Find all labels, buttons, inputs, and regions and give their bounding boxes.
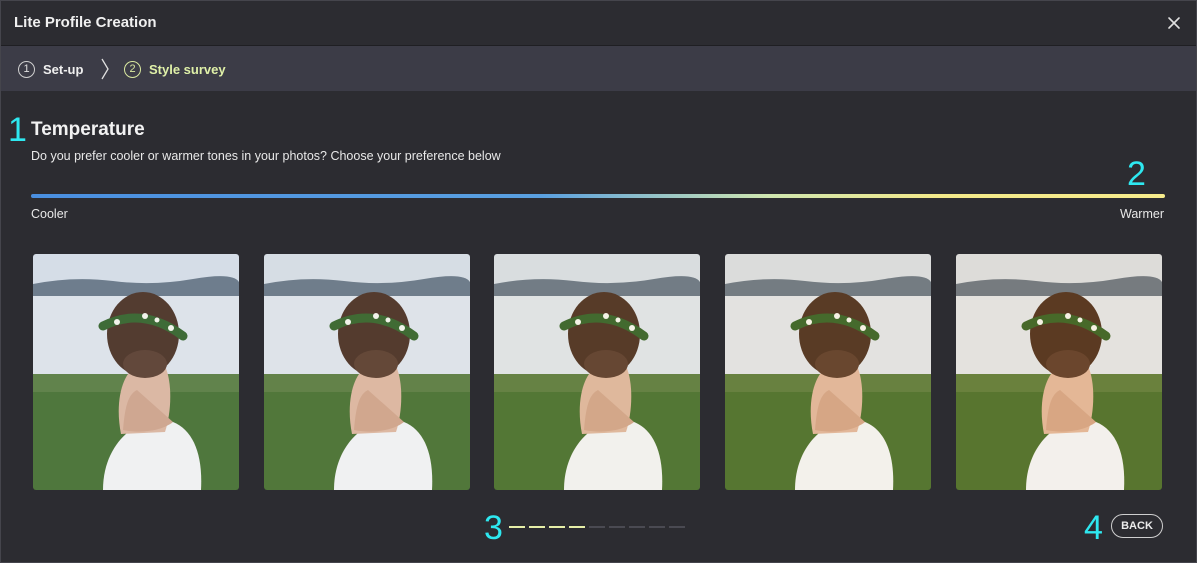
step-label: Style survey: [149, 61, 226, 77]
profile-creation-dialog: Lite Profile Creation 1 Set-up 2 Style s…: [0, 0, 1197, 563]
title-bar: Lite Profile Creation: [1, 1, 1196, 46]
annotation-4: 4: [1084, 509, 1103, 547]
photo-option[interactable]: [956, 254, 1162, 490]
photo-option[interactable]: [725, 254, 931, 490]
step-style-survey[interactable]: 2 Style survey: [124, 59, 226, 79]
annotation-2: 2: [1127, 155, 1146, 193]
chevron-right-icon: [101, 58, 109, 80]
survey-heading: Temperature: [31, 119, 145, 140]
survey-question: Do you prefer cooler or warmer tones in …: [31, 149, 501, 163]
back-button[interactable]: BACK: [1111, 514, 1163, 538]
progress-segment: [509, 526, 525, 528]
progress-segment: [529, 526, 545, 528]
photo-option[interactable]: [264, 254, 470, 490]
temperature-slider[interactable]: [31, 194, 1165, 198]
step-setup[interactable]: 1 Set-up: [18, 59, 83, 79]
photo-option[interactable]: [33, 254, 239, 490]
dialog-title: Lite Profile Creation: [14, 14, 157, 31]
photo-option[interactable]: [494, 254, 700, 490]
annotation-1: 1: [8, 111, 27, 149]
slider-label-cooler: Cooler: [31, 207, 68, 221]
progress-segment: [589, 526, 605, 528]
progress-segment: [649, 526, 665, 528]
progress-segment: [629, 526, 645, 528]
progress-segment: [609, 526, 625, 528]
slider-label-warmer: Warmer: [1120, 207, 1164, 221]
stepper: 1 Set-up 2 Style survey: [1, 46, 1196, 91]
step-number: 1: [18, 60, 35, 78]
progress-segment: [569, 526, 585, 528]
close-icon[interactable]: [1164, 13, 1184, 33]
annotation-3: 3: [484, 509, 503, 547]
step-label: Set-up: [43, 61, 84, 77]
progress-segment: [549, 526, 565, 528]
step-number: 2: [124, 60, 141, 78]
progress-segment: [669, 526, 685, 528]
